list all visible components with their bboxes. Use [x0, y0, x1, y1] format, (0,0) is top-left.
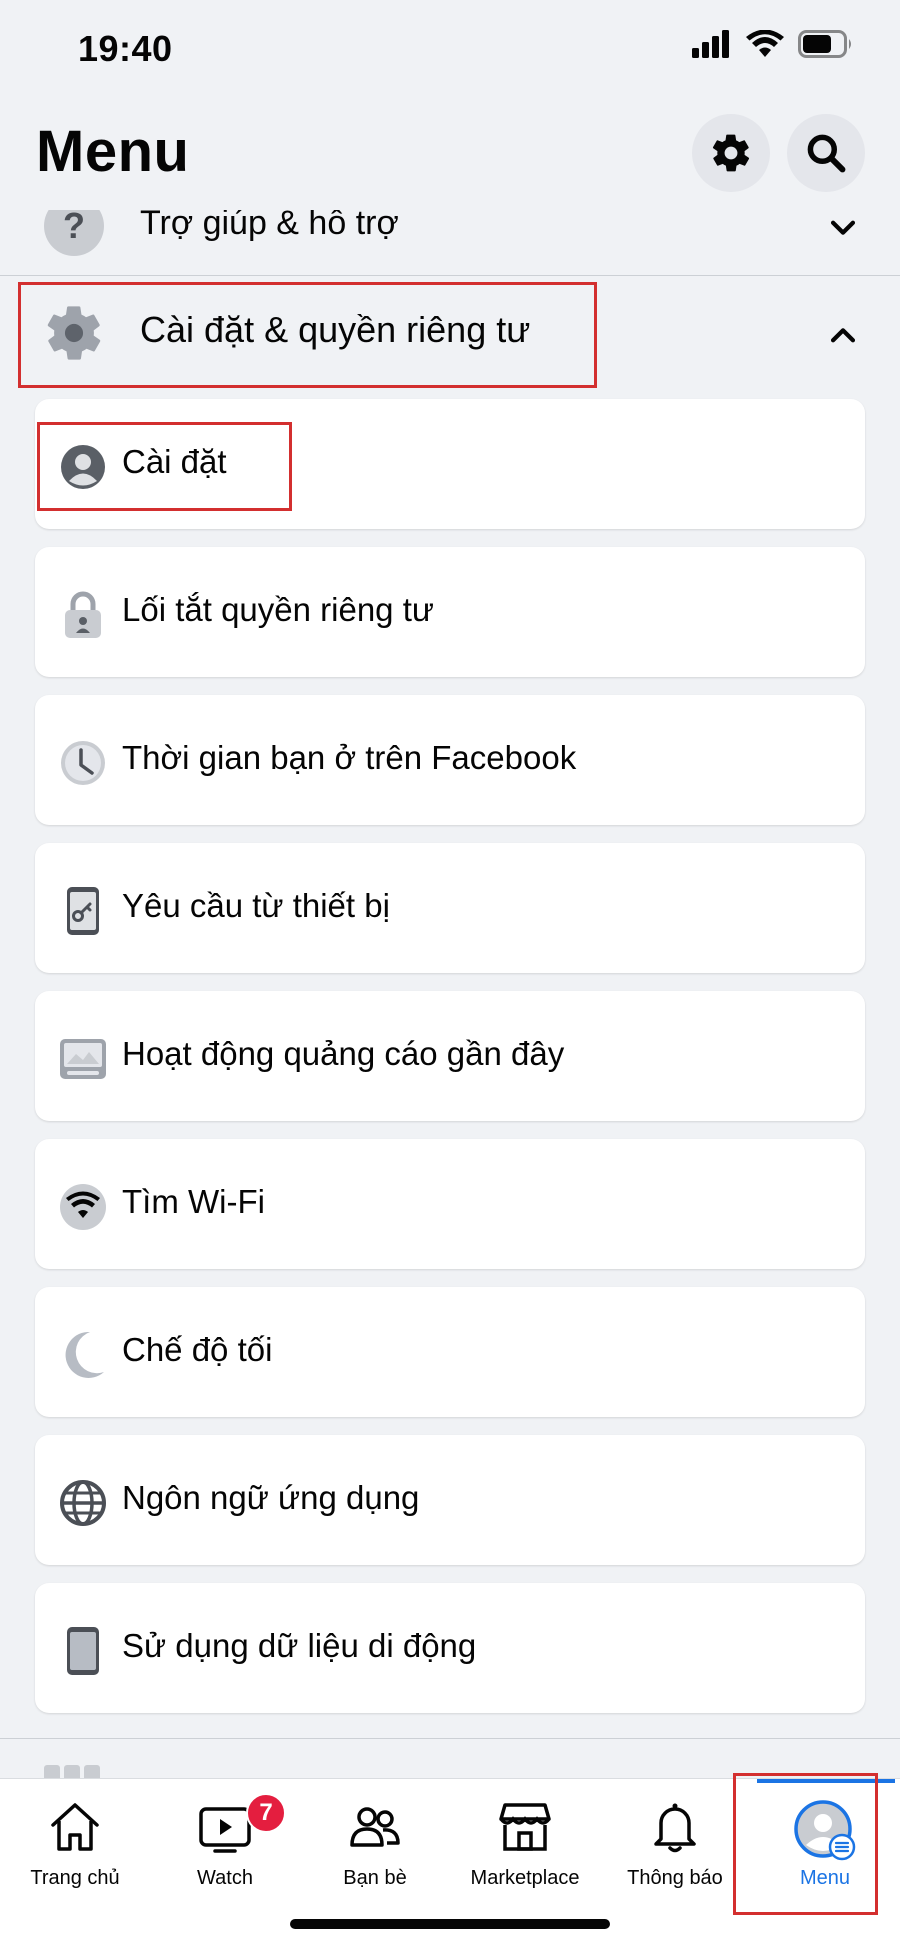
ad-activity-icon	[59, 1035, 107, 1083]
status-time: 19:40	[78, 28, 173, 69]
friends-icon	[347, 1799, 403, 1860]
help-icon: ?	[42, 210, 106, 263]
settings-privacy-label: Cài đặt & quyền riêng tư	[140, 309, 531, 350]
watch-icon	[197, 1799, 253, 1860]
battery-icon	[798, 30, 851, 58]
tab-label: Thông báo	[627, 1867, 723, 1889]
gear-icon	[712, 134, 750, 172]
tab-label: Menu	[799, 1867, 851, 1889]
settings-gear-icon	[42, 301, 106, 370]
mobile-phone-icon	[59, 1627, 107, 1675]
globe-icon	[59, 1479, 107, 1527]
grid-icon	[44, 1765, 100, 1778]
tab-friends[interactable]: Bạn bè	[300, 1779, 450, 1899]
home-indicator[interactable]	[290, 1919, 610, 1929]
settings-button[interactable]	[692, 114, 770, 192]
menu-item-ad-activity[interactable]: Hoạt động quảng cáo gần đây	[35, 991, 865, 1121]
tab-watch[interactable]: 7 Watch	[150, 1779, 300, 1899]
menu-item-privacy-shortcuts[interactable]: Lối tắt quyền riêng tư	[35, 547, 865, 677]
chevron-down-icon	[826, 210, 860, 249]
settings-privacy-row[interactable]: Cài đặt & quyền riêng tư	[0, 277, 900, 387]
watch-badge: 7	[246, 1793, 286, 1833]
tab-label: Trang chủ	[30, 1867, 120, 1889]
tab-label: Bạn bè	[343, 1867, 407, 1889]
tab-menu[interactable]: Menu	[750, 1779, 900, 1899]
menu-item-label: Thời gian bạn ở trên Facebook	[122, 739, 577, 776]
menu-item-find-wifi[interactable]: Tìm Wi-Fi	[35, 1139, 865, 1269]
chevron-up-icon	[826, 319, 860, 358]
menu-item-label: Chế độ tối	[122, 1331, 273, 1368]
menu-item-device-requests[interactable]: Yêu cầu từ thiết bị	[35, 843, 865, 973]
tab-notifications[interactable]: Thông báo	[600, 1779, 750, 1899]
menu-item-label: Lối tắt quyền riêng tư	[122, 591, 434, 628]
menu-avatar-icon	[793, 1799, 857, 1868]
menu-item-app-language[interactable]: Ngôn ngữ ứng dụng	[35, 1435, 865, 1565]
menu-item-time-on-facebook[interactable]: Thời gian bạn ở trên Facebook	[35, 695, 865, 825]
user-circle-icon	[59, 443, 107, 491]
marketplace-icon	[497, 1799, 553, 1860]
cellular-signal-icon	[692, 30, 729, 58]
home-icon	[47, 1799, 103, 1860]
menu-item-label: Yêu cầu từ thiết bị	[122, 887, 390, 924]
tab-home[interactable]: Trang chủ	[0, 1779, 150, 1899]
lock-icon	[59, 591, 107, 639]
status-icons	[692, 30, 854, 58]
menu-item-label: Sử dụng dữ liệu di động	[122, 1627, 477, 1664]
clock-icon	[59, 739, 107, 787]
menu-item-mobile-data[interactable]: Sử dụng dữ liệu di động	[35, 1583, 865, 1713]
menu-item-label: Cài đặt	[122, 443, 227, 480]
status-bar: 19:40	[0, 0, 900, 100]
menu-item-label: Ngôn ngữ ứng dụng	[122, 1479, 420, 1516]
search-button[interactable]	[787, 114, 865, 192]
partial-section-row	[0, 1738, 900, 1778]
search-icon	[807, 134, 846, 173]
wifi-status-icon	[746, 30, 784, 57]
tab-label: Watch	[197, 1867, 253, 1889]
tab-label: Marketplace	[470, 1867, 580, 1889]
page-title: Menu	[36, 119, 190, 184]
help-support-label: Trợ giúp & hỗ trợ	[140, 210, 399, 242]
svg-text:?: ?	[63, 210, 85, 246]
help-support-row[interactable]: ? Trợ giúp & hỗ trợ	[0, 210, 900, 276]
wifi-icon	[59, 1183, 107, 1231]
bell-icon	[647, 1799, 703, 1860]
menu-item-label: Hoạt động quảng cáo gần đây	[122, 1035, 565, 1072]
menu-item-label: Tìm Wi-Fi	[122, 1183, 265, 1220]
phone-key-icon	[59, 887, 107, 935]
header: Menu	[0, 100, 900, 210]
menu-item-dark-mode[interactable]: Chế độ tối	[35, 1287, 865, 1417]
tab-marketplace[interactable]: Marketplace	[450, 1779, 600, 1899]
moon-icon	[59, 1331, 107, 1379]
menu-item-settings[interactable]: Cài đặt	[35, 399, 865, 529]
